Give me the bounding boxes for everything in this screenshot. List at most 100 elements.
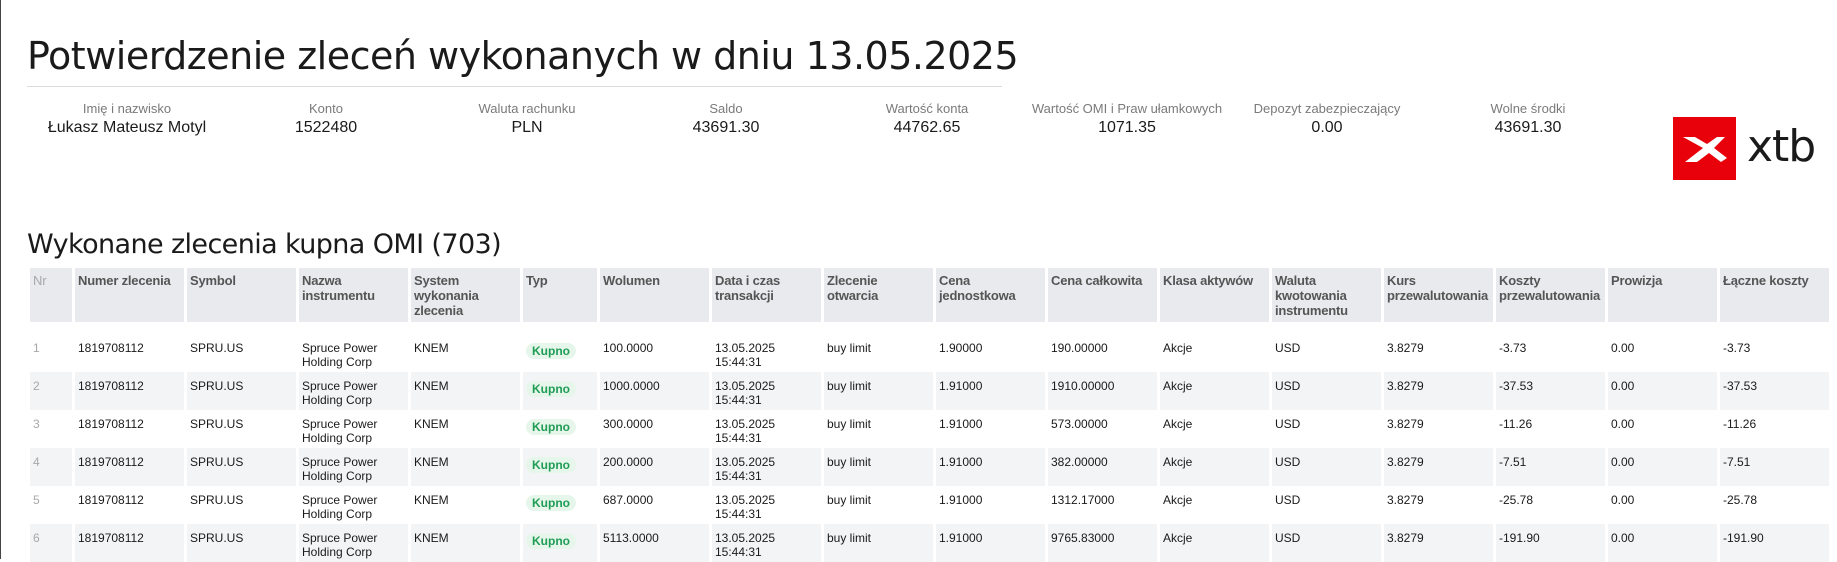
summary-value: 44762.65 <box>893 119 961 136</box>
cell-fx-rate: 3.8279 <box>1384 524 1493 562</box>
cell-datetime: 13.05.2025 15:44:31 <box>715 417 776 445</box>
summary-margin: Depozyt zabezpieczający 0.00 <box>1237 101 1417 138</box>
cell-total-cost: -25.78 <box>1723 493 1758 507</box>
summary-value: 0.00 <box>1311 119 1343 136</box>
cell-total-cost: -37.53 <box>1720 372 1829 410</box>
cell-commission: 0.00 <box>1611 341 1635 355</box>
type-badge: Kupno <box>526 419 576 435</box>
cell-type: Kupno <box>523 524 597 562</box>
column-header-quote-currency: Waluta kwotowania instrumentu <box>1272 268 1381 322</box>
cell-order-number: 1819708112 <box>75 372 184 410</box>
cell-symbol: SPRU.US <box>190 417 244 431</box>
summary-account: Konto 1522480 <box>246 101 406 138</box>
cell-fx-cost: -37.53 <box>1496 372 1605 410</box>
cell-unit-price: 1.90000 <box>939 341 983 355</box>
cell-total-cost: -191.90 <box>1720 524 1829 562</box>
cell-commission: 0.00 <box>1611 493 1635 507</box>
xtb-x-icon <box>1673 117 1736 180</box>
cell-type: Kupno <box>523 486 597 524</box>
cell-total-price: 1910.00000 <box>1048 372 1157 410</box>
section-title: Wykonane zlecenia kupna OMI (703) <box>27 229 502 260</box>
cell-asset-class: Akcje <box>1160 524 1269 562</box>
summary-full-name: Imię i nazwisko Łukasz Mateusz Motyl <box>27 101 227 138</box>
cell-total-price: 573.00000 <box>1051 417 1108 431</box>
cell-instrument-name: Spruce Power Holding Corp <box>302 341 378 369</box>
cell-fx-rate: 3.8279 <box>1387 341 1424 355</box>
column-header-commission: Prowizja <box>1608 268 1717 322</box>
cell-nr: 5 <box>33 493 40 507</box>
cell-symbol: SPRU.US <box>187 524 296 562</box>
cell-datetime: 13.05.2025 15:44:31 <box>715 341 776 369</box>
cell-order-number: 1819708112 <box>78 341 144 355</box>
cell-asset-class: Akcje <box>1163 493 1193 507</box>
summary-value: 1071.35 <box>1098 119 1156 136</box>
summary-account-currency: Waluta rachunku PLN <box>447 101 607 138</box>
table-row: 5 1819708112 SPRU.US Spruce Power Holdin… <box>30 486 1829 524</box>
cell-fx-cost: -25.78 <box>1499 493 1534 507</box>
column-header-order-number: Numer zlecenia <box>75 268 184 322</box>
cell-open-order: buy limit <box>827 417 872 431</box>
column-header-total-cost: Łączne koszty <box>1720 268 1829 322</box>
cell-instrument-name: Spruce Power Holding Corp <box>299 372 408 410</box>
table-row: 1 1819708112 SPRU.US Spruce Power Holdin… <box>30 334 1829 372</box>
column-header-symbol: Symbol <box>187 268 296 322</box>
summary-value: PLN <box>511 119 543 136</box>
cell-execution-system: KNEM <box>411 524 520 562</box>
column-header-type: Typ <box>523 268 597 322</box>
cell-open-order: buy limit <box>827 341 872 355</box>
cell-total-price: 382.00000 <box>1048 448 1157 486</box>
table-row: 4 1819708112 SPRU.US Spruce Power Holdin… <box>30 448 1829 486</box>
summary-free-funds: Wolne środki 43691.30 <box>1448 101 1608 138</box>
cell-fx-cost: -3.73 <box>1499 341 1527 355</box>
cell-commission: 0.00 <box>1611 417 1635 431</box>
summary-label: Wartość konta <box>885 101 969 116</box>
summary-label: Wolne środki <box>1490 101 1566 116</box>
cell-quote-currency: USD <box>1272 372 1381 410</box>
cell-type: Kupno <box>523 410 597 448</box>
cell-commission: 0.00 <box>1608 524 1717 562</box>
cell-instrument-name: Spruce Power Holding Corp <box>302 493 378 521</box>
cell-asset-class: Akcje <box>1163 341 1193 355</box>
cell-unit-price: 1.91000 <box>936 372 1045 410</box>
cell-symbol: SPRU.US <box>187 448 296 486</box>
summary-balance: Saldo 43691.30 <box>646 101 806 138</box>
cell-volume: 200.0000 <box>600 448 709 486</box>
summary-value: Łukasz Mateusz Motyl <box>47 119 207 136</box>
type-badge: Kupno <box>526 495 576 511</box>
cell-order-number: 1819708112 <box>78 493 144 507</box>
cell-quote-currency: USD <box>1272 448 1381 486</box>
title-divider <box>27 86 1002 87</box>
cell-execution-system: KNEM <box>414 417 449 431</box>
cell-volume: 5113.0000 <box>600 524 709 562</box>
type-badge: Kupno <box>526 381 576 397</box>
cell-unit-price: 1.91000 <box>939 493 983 507</box>
xtb-wordmark: xtb <box>1747 121 1816 172</box>
cell-nr: 1 <box>33 341 40 355</box>
cell-datetime: 13.05.2025 15:44:31 <box>712 448 821 486</box>
table-row: 6 1819708112 SPRU.US Spruce Power Holdin… <box>30 524 1829 562</box>
column-header-fx-rate: Kurs przewalutowania <box>1384 268 1493 322</box>
type-badge: Kupno <box>526 457 576 473</box>
cell-nr: 4 <box>30 448 72 486</box>
orders-table: Nr Numer zlecenia Symbol Nazwa instrumen… <box>27 268 1832 562</box>
cell-fx-rate: 3.8279 <box>1384 372 1493 410</box>
cell-fx-cost: -7.51 <box>1496 448 1605 486</box>
column-header-total-price: Cena całkowita <box>1048 268 1157 322</box>
cell-fx-rate: 3.8279 <box>1387 493 1424 507</box>
table-row: 2 1819708112 SPRU.US Spruce Power Holdin… <box>30 372 1829 410</box>
cell-execution-system: KNEM <box>411 372 520 410</box>
xtb-logo: xtb <box>1673 117 1833 180</box>
cell-fx-rate: 3.8279 <box>1384 448 1493 486</box>
cell-symbol: SPRU.US <box>190 493 244 507</box>
page-title: Potwierdzenie zleceń wykonanych w dniu 1… <box>27 34 1019 78</box>
cell-asset-class: Akcje <box>1160 372 1269 410</box>
cell-volume: 100.0000 <box>603 341 654 355</box>
cell-total-price: 190.00000 <box>1051 341 1108 355</box>
cell-symbol: SPRU.US <box>190 341 244 355</box>
cell-open-order: buy limit <box>824 448 933 486</box>
summary-label: Saldo <box>709 101 743 116</box>
cell-datetime: 13.05.2025 15:44:31 <box>715 493 776 521</box>
cell-instrument-name: Spruce Power Holding Corp <box>302 417 378 445</box>
cell-quote-currency: USD <box>1275 417 1301 431</box>
cell-execution-system: KNEM <box>411 448 520 486</box>
